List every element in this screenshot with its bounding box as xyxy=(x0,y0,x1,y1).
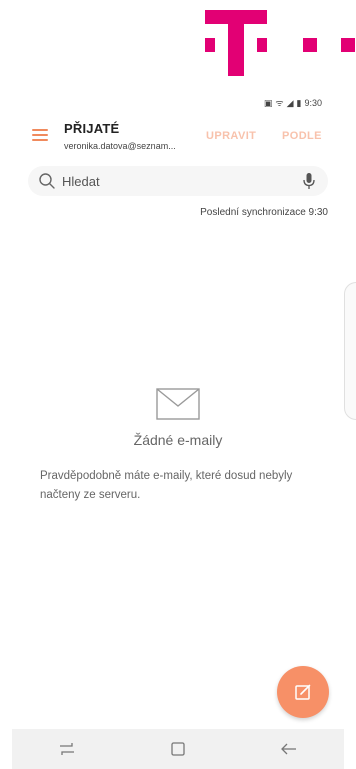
menu-button[interactable] xyxy=(32,126,48,142)
microphone-icon[interactable] xyxy=(302,172,316,190)
mail-header: PŘIJATÉ veronika.datova@seznam... UPRAVI… xyxy=(0,118,356,158)
home-button[interactable] xyxy=(158,733,198,765)
search-bar[interactable] xyxy=(28,166,328,196)
navigation-bar xyxy=(12,729,344,769)
search-input[interactable] xyxy=(62,172,292,190)
edge-panel-handle[interactable] xyxy=(344,282,356,420)
empty-state-title: Žádné e-maily xyxy=(133,432,223,448)
brand-logo xyxy=(205,10,356,90)
back-icon xyxy=(280,743,296,755)
recent-apps-icon xyxy=(60,743,75,755)
status-time: 9:30 xyxy=(304,98,322,108)
volte-icon: ᯤ xyxy=(275,98,284,108)
home-icon xyxy=(171,742,185,756)
back-button[interactable] xyxy=(269,733,309,765)
sync-status: Poslední synchronizace 9:30 xyxy=(200,207,328,218)
status-bar: ▣ ᯤ ◢ ▮ 9:30 xyxy=(0,96,322,110)
search-icon xyxy=(39,173,55,189)
recent-apps-button[interactable] xyxy=(47,733,87,765)
envelope-icon xyxy=(156,388,200,420)
compose-icon xyxy=(295,684,311,700)
empty-state-description: Pravděpodobně máte e-maily, které dosud … xyxy=(40,470,293,501)
sort-button[interactable]: PODLE xyxy=(282,130,322,142)
signal-icon: ◢ xyxy=(286,98,294,108)
account-email: veronika.datova@seznam... xyxy=(64,141,176,151)
compose-button[interactable] xyxy=(277,666,329,718)
nfc-icon: ▣ xyxy=(263,98,273,108)
edit-button[interactable]: UPRAVIT xyxy=(206,130,256,142)
page-title: PŘIJATÉ xyxy=(64,121,120,136)
battery-icon: ▮ xyxy=(296,98,302,108)
